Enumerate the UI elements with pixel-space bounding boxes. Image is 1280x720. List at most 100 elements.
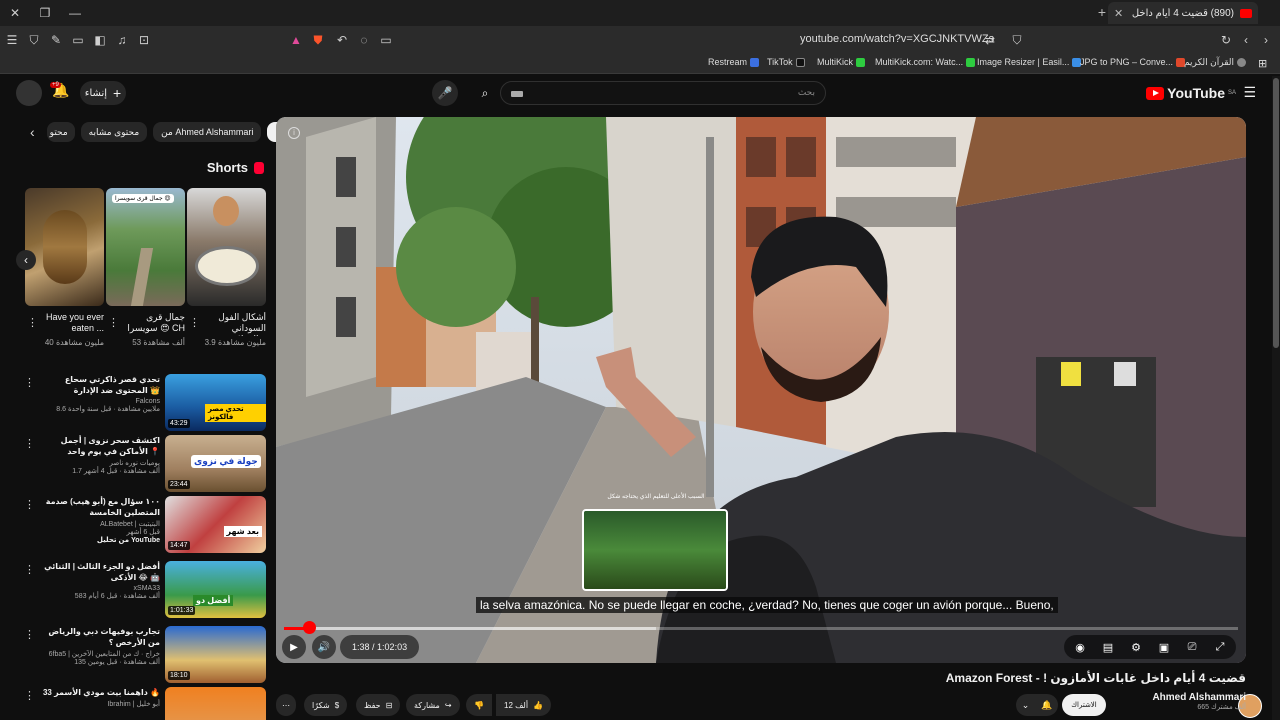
short-thumbnail[interactable] bbox=[25, 188, 104, 306]
channel-info[interactable]: Ahmed Alshammari 665 ألف مشترك bbox=[1152, 692, 1246, 711]
notification-toggle[interactable]: ⌄ 🔔 bbox=[1016, 694, 1058, 716]
chat-icon[interactable]: ◌ bbox=[354, 30, 374, 50]
keyboard-icon[interactable] bbox=[511, 91, 523, 97]
recommendation-item[interactable]: داهمنا بيت مودي الأسمر 33 🔥 Ibrahim | أب… bbox=[20, 687, 266, 720]
shorts-prev-icon[interactable]: ‹ bbox=[16, 250, 36, 270]
more-icon[interactable]: ⋮ bbox=[24, 376, 35, 389]
bookmark-jpg-to-png[interactable]: JPG to PNG – Conve... bbox=[1080, 57, 1186, 67]
more-icon[interactable]: ⋮ bbox=[24, 437, 35, 450]
restore-window-icon[interactable]: ❐ bbox=[30, 0, 60, 26]
video-thumbnail[interactable] bbox=[165, 687, 266, 720]
short-thumbnail[interactable] bbox=[187, 188, 266, 306]
voice-search-icon[interactable]: 🎤 bbox=[432, 80, 458, 106]
recommendation-item[interactable]: 18:10 تجارب بوفيهات دبي والرياض من الأرخ… bbox=[20, 626, 266, 686]
reload-icon[interactable]: ↻ bbox=[1216, 30, 1236, 50]
split-view-icon[interactable]: ◧ bbox=[90, 30, 110, 50]
bookmark-restream[interactable]: Restream bbox=[708, 57, 760, 67]
forward-icon[interactable]: › bbox=[1256, 30, 1276, 50]
channel-name[interactable]: Ahmed Alshammari bbox=[1152, 692, 1246, 703]
bookmark-multikick[interactable]: MultiKick bbox=[817, 57, 866, 67]
subscribe-button[interactable]: الاشتراك bbox=[1062, 694, 1106, 716]
share-button[interactable]: مشاركة ↪ bbox=[406, 694, 460, 716]
video-title: تحدي قصر ذاكرتي سحاع المحتوى ضد الإدارة … bbox=[64, 375, 160, 395]
menu-icon[interactable]: ☰ bbox=[1243, 84, 1256, 101]
short-item[interactable]: جمال قرى سويسرا 😍 جمال قرى سويسرا 😍 CH 5… bbox=[106, 188, 185, 347]
close-window-icon[interactable]: ✕ bbox=[0, 0, 30, 26]
save-button[interactable]: حفظ ⊟ bbox=[356, 694, 401, 716]
chip-similar[interactable]: محتوى مشابه bbox=[80, 122, 148, 142]
apps-grid-icon[interactable]: ⊞ bbox=[1258, 57, 1267, 70]
sidebar-menu-icon[interactable]: ☰ bbox=[2, 30, 22, 50]
browser-tab[interactable]: ✕ (890) قضيت 4 أيام داخل غابات الأ... bbox=[1108, 2, 1258, 24]
scrollbar-thumb[interactable] bbox=[1273, 78, 1279, 348]
back-icon[interactable]: ‹ bbox=[1236, 30, 1256, 50]
tab-close-icon[interactable]: ✕ bbox=[1114, 7, 1123, 20]
recommendation-item[interactable]: تحدي مصر فالكونز 43:29 تحدي قصر ذاكرتي س… bbox=[20, 374, 266, 434]
subtitles-icon[interactable]: ▤ bbox=[1098, 641, 1118, 654]
miniplayer-icon[interactable]: ▣ bbox=[1154, 641, 1174, 654]
more-actions-button[interactable]: ⋯ bbox=[276, 694, 296, 716]
time-display: 1:38 / 1:02:03 bbox=[340, 635, 420, 659]
address-url[interactable]: youtube.com/watch?v=XGCJNKTVWZs bbox=[800, 33, 994, 45]
video-thumbnail[interactable]: بعد شهر 14:47 bbox=[165, 496, 266, 553]
thanks-button[interactable]: شكرًا $ bbox=[304, 694, 348, 716]
brave-shield-icon[interactable]: ⛊ bbox=[308, 30, 328, 50]
new-tab-icon[interactable]: + bbox=[1098, 4, 1106, 20]
video-thumbnail[interactable]: تحدي مصر فالكونز 43:29 bbox=[165, 374, 266, 431]
extensions-icon[interactable]: ✎ bbox=[46, 30, 66, 50]
like-button[interactable]: 12 ألف 👍 bbox=[496, 694, 552, 716]
more-icon[interactable]: ⋮ bbox=[27, 316, 38, 329]
recommendation-item[interactable]: بعد شهر 14:47 ١٠٠ سؤال مع (أبو هيب) صدمة… bbox=[20, 496, 266, 556]
volume-icon[interactable]: 🔊 bbox=[312, 635, 336, 659]
more-icon[interactable]: ⋮ bbox=[24, 498, 35, 511]
bookmark-image-resizer[interactable]: Image Resizer | Easil... bbox=[977, 57, 1082, 67]
more-icon[interactable]: ⋮ bbox=[24, 689, 35, 702]
short-item[interactable]: أشكال الفول السوداني المعلان... 3.9 مليو… bbox=[187, 188, 266, 347]
more-icon[interactable]: ⋮ bbox=[189, 316, 200, 329]
more-icon[interactable]: ⋮ bbox=[24, 628, 35, 641]
screenshot-icon[interactable]: ⊡ bbox=[134, 30, 154, 50]
short-thumbnail[interactable]: جمال قرى سويسرا 😍 bbox=[106, 188, 185, 306]
progress-scrubber[interactable] bbox=[303, 621, 316, 634]
recommendation-item[interactable]: جولة في نزوى 23:44 اكتشف سحر نزوى | أجمل… bbox=[20, 435, 266, 495]
recommendation-item[interactable]: أفضل دو 1:01:33 أفضل دو الجزء الثالث | ا… bbox=[20, 561, 266, 621]
short-item[interactable]: Have you ever eaten ... 40 مليون مشاهدة … bbox=[25, 188, 104, 347]
shield-icon[interactable]: ⛉ bbox=[24, 30, 44, 50]
undo-icon[interactable]: ↶ bbox=[332, 30, 352, 50]
video-thumbnail[interactable]: جولة في نزوى 23:44 bbox=[165, 435, 266, 492]
tabs-icon[interactable]: ▭ bbox=[68, 30, 88, 50]
video-title: ١٠٠ سؤال مع (أبو هيب) صدمة المتصلين الخا… bbox=[45, 497, 160, 517]
search-icon[interactable]: ⌕ bbox=[472, 80, 498, 106]
bookmark-quran[interactable]: القرآن الكريم bbox=[1184, 57, 1247, 68]
video-thumbnail[interactable]: 18:10 bbox=[165, 626, 266, 683]
page-scrollbar[interactable] bbox=[1272, 76, 1280, 720]
music-icon[interactable]: ♫ bbox=[112, 30, 132, 50]
progress-bar[interactable] bbox=[284, 627, 1238, 630]
video-thumbnail[interactable]: أفضل دو 1:01:33 bbox=[165, 561, 266, 618]
cast-icon[interactable]: ⎚ bbox=[1182, 641, 1202, 654]
play-button[interactable]: ▶ bbox=[282, 635, 306, 659]
chip-similar-prefix[interactable]: محتو bbox=[46, 122, 75, 142]
bookmark-multikick-watch[interactable]: MultiKick.com: Watc... bbox=[875, 57, 976, 67]
search-input[interactable]: بحث bbox=[500, 81, 826, 105]
minimize-window-icon[interactable]: — bbox=[60, 0, 90, 26]
bookmark-tiktok[interactable]: TikTok bbox=[767, 57, 805, 67]
create-button[interactable]: إنشاء + bbox=[80, 81, 126, 105]
avatar[interactable] bbox=[16, 80, 42, 106]
video-player[interactable]: السبب الأعلى للتعليم الذي يحتاجه شكل la … bbox=[276, 117, 1246, 663]
info-icon[interactable]: i bbox=[288, 127, 300, 139]
more-icon[interactable]: ⋮ bbox=[24, 563, 35, 576]
settings-icon[interactable]: ⚙ bbox=[1126, 641, 1146, 654]
seek-preview-thumbnail bbox=[582, 509, 728, 591]
vpn-icon[interactable]: ▲ bbox=[286, 30, 306, 50]
bookmark-icon[interactable]: ⛉ bbox=[1007, 30, 1027, 50]
youtube-logo[interactable]: YouTube SA bbox=[1146, 85, 1236, 101]
site-settings-icon[interactable]: ⇄ bbox=[980, 30, 1000, 50]
chip-from-channel[interactable]: من Ahmed Alshammari bbox=[153, 122, 262, 142]
cast-icon[interactable]: ▭ bbox=[376, 30, 396, 50]
more-icon[interactable]: ⋮ bbox=[108, 316, 119, 329]
autoplay-toggle[interactable]: ◉ bbox=[1070, 641, 1090, 654]
chevron-left-icon[interactable]: ‹ bbox=[30, 124, 35, 140]
dislike-button[interactable]: 👎 bbox=[466, 694, 492, 716]
fullscreen-icon[interactable]: ⤢ bbox=[1210, 641, 1230, 654]
